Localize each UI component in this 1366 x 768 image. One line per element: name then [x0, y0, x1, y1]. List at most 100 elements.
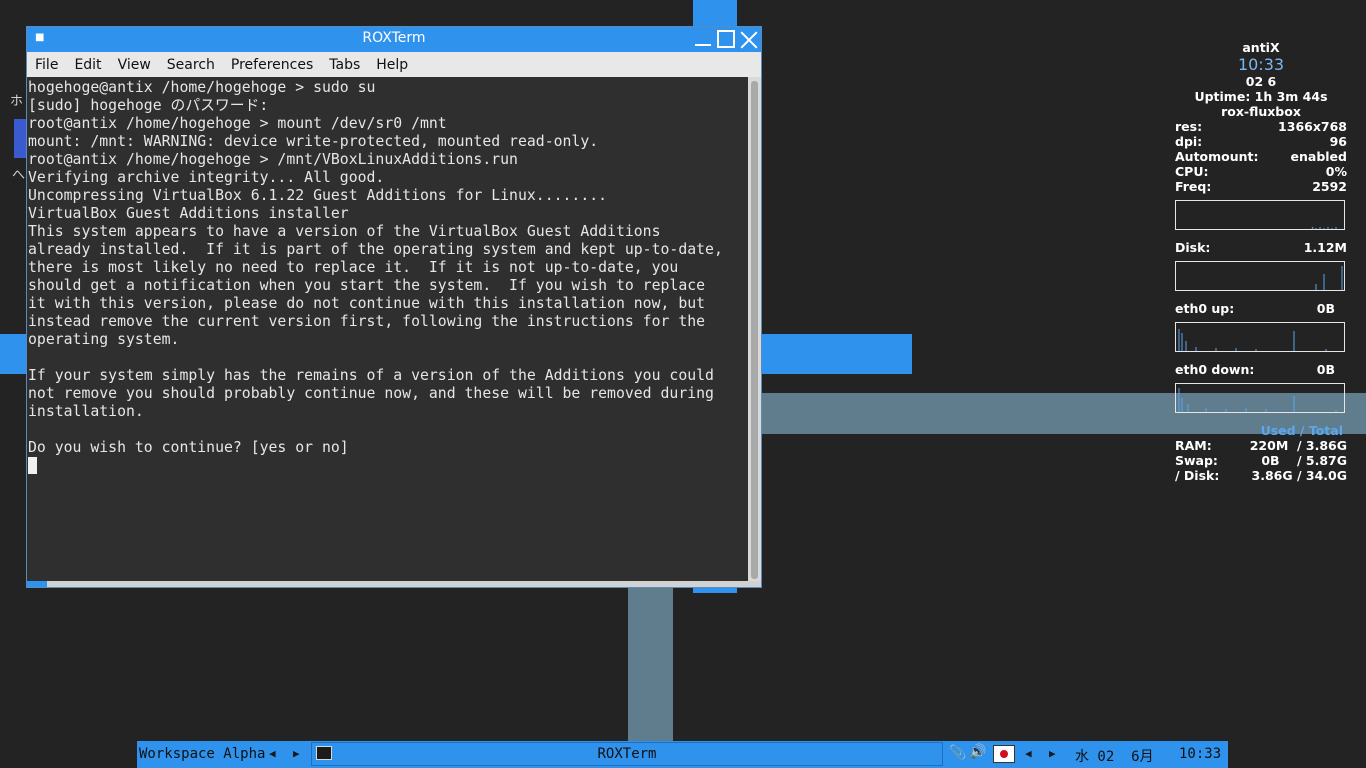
title-bar[interactable]: ■ ROXTerm — [27, 27, 761, 52]
desktop-window-shape — [693, 0, 737, 26]
cpu-graph-lines — [1311, 226, 1337, 230]
uptime: Uptime: 1h 3m 44s — [1194, 89, 1328, 104]
eth-down-label: eth0 down: — [1175, 362, 1255, 377]
eth-up-graph — [1175, 322, 1345, 352]
menu-file[interactable]: File — [27, 57, 66, 73]
terminal-line: instead remove the current version first… — [28, 313, 706, 330]
terminal-line: operating system. — [28, 331, 180, 348]
terminal-line: not remove you should probably continue … — [28, 385, 714, 402]
scrollbar-thumb[interactable] — [751, 81, 758, 579]
stat-value: 0% — [1325, 164, 1347, 179]
desktop-icon-label[interactable]: ホ — [10, 90, 23, 109]
stat-row: Automount: enabled — [1175, 149, 1347, 164]
maximize-icon[interactable] — [717, 30, 735, 48]
stat-label: CPU: — [1175, 164, 1209, 179]
terminal-line: This system appears to have a version of… — [28, 223, 661, 240]
menu-view[interactable]: View — [110, 57, 159, 73]
window-title: ROXTerm — [362, 30, 426, 46]
terminal-line: there is most likely no need to replace … — [28, 259, 679, 276]
desktop-window-shape — [693, 588, 737, 593]
vertical-scrollbar[interactable] — [748, 77, 761, 583]
terminal-output[interactable]: hogehoge@antix /home/hogehoge > sudo su[… — [27, 77, 749, 583]
terminal-line: Uncompressing VirtualBox 6.1.22 Guest Ad… — [28, 187, 608, 204]
taskbar: Workspace Alpha ◀ ▶ ROXTerm 📎 🔊 ◀ ▶ 水 02… — [137, 741, 1228, 768]
menu-tabs[interactable]: Tabs — [321, 57, 368, 73]
terminal-line: [sudo] hogehoge のパスワード: — [28, 97, 269, 114]
stat-value: 2592 — [1312, 179, 1347, 194]
stat-label: Automount: — [1175, 149, 1259, 164]
mem-value: 3.86G / 34.0G — [1251, 468, 1347, 483]
terminal-line: hogehoge@antix /home/hogehoge > sudo su — [28, 79, 376, 96]
input-method-flag-icon[interactable] — [993, 745, 1015, 763]
menu-bar: File Edit View Search Preferences Tabs H… — [27, 52, 761, 78]
cpu-graph — [1175, 200, 1345, 230]
terminal-cursor-line — [28, 457, 749, 475]
stat-label: dpi: — [1175, 134, 1203, 149]
desktop-window-shape — [0, 334, 28, 374]
terminal-line: it with this version, please do not cont… — [28, 295, 706, 312]
volume-icon[interactable]: 🔊 — [969, 744, 986, 760]
stat-row: Freq: 2592 — [1175, 179, 1347, 194]
menu-help[interactable]: Help — [368, 57, 416, 73]
eth-up-value: 0B — [1316, 301, 1335, 316]
terminal-line: should get a notification when you start… — [28, 277, 706, 294]
mem-row: / Disk: 3.86G / 34.0G — [1175, 468, 1347, 483]
terminal-line: root@antix /home/hogehoge > mount /dev/s… — [28, 115, 447, 132]
eth-down-graph-lines — [1178, 388, 1337, 412]
stat-row: dpi: 96 — [1175, 134, 1347, 149]
taskbar-clock[interactable]: 10:33 — [1179, 746, 1221, 762]
eth-up-row: eth0 up: 0B — [1175, 301, 1347, 316]
window-bottom-bar — [27, 581, 761, 587]
minimize-icon[interactable] — [693, 29, 713, 49]
resize-grip[interactable] — [27, 581, 47, 587]
desktop-icon[interactable] — [14, 119, 26, 158]
mem-label: RAM: — [1175, 438, 1212, 453]
eth-up-label: eth0 up: — [1175, 301, 1235, 316]
terminal-line: VirtualBox Guest Additions installer — [28, 205, 349, 222]
paperclip-icon[interactable]: 📎 — [949, 745, 966, 761]
workspace-prev-icon[interactable]: ◀ — [269, 747, 276, 760]
stat-label: res: — [1175, 119, 1203, 134]
disk-graph — [1175, 261, 1345, 291]
host-name: antiX — [1242, 40, 1280, 55]
monitor-clock: 10:33 — [1237, 55, 1285, 74]
terminal-line: Do you wish to continue? [yes or no] — [28, 439, 349, 456]
disk-graph-lines — [1315, 266, 1343, 290]
mem-label: Swap: — [1175, 453, 1218, 468]
task-label: ROXTerm — [597, 746, 657, 762]
menu-search[interactable]: Search — [159, 57, 223, 73]
eth-down-value: 0B — [1316, 362, 1335, 377]
system-monitor: antiX 10:33 02 6 Uptime: 1h 3m 44s rox-f… — [1175, 40, 1347, 483]
eth-down-row: eth0 down: 0B — [1175, 362, 1347, 377]
close-icon[interactable] — [739, 29, 759, 49]
terminal-line: ​ — [28, 421, 749, 439]
menu-preferences[interactable]: Preferences — [223, 57, 321, 73]
tray-next-icon[interactable]: ▶ — [1049, 747, 1056, 760]
taskbar-date: 水 02 6月 — [1075, 749, 1154, 765]
disk-label: Disk: — [1175, 240, 1211, 255]
task-roxterm[interactable]: ROXTerm — [311, 742, 943, 766]
menu-edit[interactable]: Edit — [66, 57, 109, 73]
desktop-icon-label[interactable]: へ — [12, 164, 25, 183]
mem-row: RAM: 220M / 3.86G — [1175, 438, 1347, 453]
text-cursor — [28, 457, 37, 474]
terminal-line: mount: /mnt: WARNING: device write-prote… — [28, 133, 599, 150]
workspace-name[interactable]: Workspace Alpha — [139, 746, 265, 762]
terminal-line: If your system simply has the remains of… — [28, 367, 714, 384]
stat-value: 96 — [1329, 134, 1347, 149]
terminal-line: ​ — [28, 349, 749, 367]
terminal-line: root@antix /home/hogehoge > /mnt/VBoxLin… — [28, 151, 518, 168]
disk-row: Disk: 1.12M — [1175, 240, 1347, 255]
eth-up-graph-lines — [1178, 329, 1327, 351]
tray-prev-icon[interactable]: ◀ — [1025, 747, 1032, 760]
terminal-line: Verifying archive integrity... All good. — [28, 169, 385, 186]
terminal-line: already installed. If it is part of the … — [28, 241, 723, 258]
workspace-next-icon[interactable]: ▶ — [293, 747, 300, 760]
terminal-line: installation. — [28, 403, 144, 420]
desktop-window-shape — [628, 588, 673, 741]
mem-label: / Disk: — [1175, 468, 1220, 483]
roxterm-window: ■ ROXTerm File Edit View Search Preferen… — [26, 26, 762, 588]
stat-value: 1366x768 — [1278, 119, 1347, 134]
stat-row: res: 1366x768 — [1175, 119, 1347, 134]
mem-row: Swap: 0B / 5.87G — [1175, 453, 1347, 468]
